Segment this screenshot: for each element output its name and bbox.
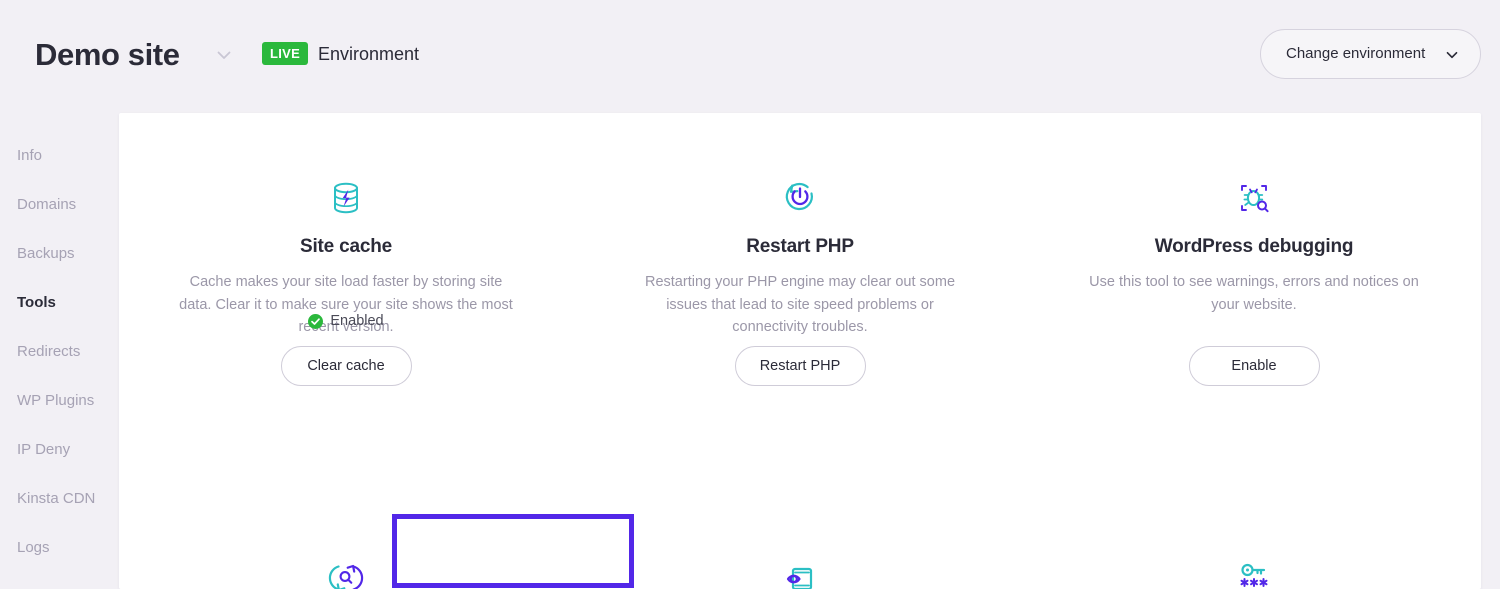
tool-card-site-cache: Site cache Cache makes your site load fa…: [119, 113, 573, 386]
key-password-icon: [1027, 555, 1481, 589]
sidebar-item-backups[interactable]: Backups: [0, 244, 119, 264]
tool-description: Use this tool to see warnings, errors an…: [1089, 274, 1419, 313]
sidebar-item-logs[interactable]: Logs: [0, 538, 119, 558]
tool-action-area: Restart PHP: [573, 311, 1027, 386]
tool-card-search-replace: [119, 540, 573, 589]
tool-card-key-password: [1027, 540, 1481, 589]
tool-title: Site cache: [300, 236, 392, 257]
tools-panel: Site cache Cache makes your site load fa…: [119, 113, 1481, 589]
tool-card-wordpress-debugging: WordPress debugging Use this tool to see…: [1027, 113, 1481, 386]
bug-search-icon: [1027, 175, 1481, 221]
sidebar-item-redirects[interactable]: Redirects: [0, 342, 119, 362]
page-title: Demo site: [35, 37, 180, 72]
sidebar-item-ip-deny[interactable]: IP Deny: [0, 440, 119, 460]
clear-cache-button[interactable]: Clear cache: [280, 346, 412, 386]
sidebar: Info Domains Backups Tools Redirects WP …: [0, 113, 119, 589]
sidebar-item-tools[interactable]: Tools: [0, 293, 119, 313]
search-replace-icon: [119, 555, 573, 589]
environment-label: Environment: [318, 44, 420, 64]
site-dropdown-chevron-down-icon[interactable]: [213, 44, 235, 66]
restart-power-icon: [573, 175, 1027, 221]
tool-card-restart-php: Restart PHP Restarting your PHP engine m…: [573, 113, 1027, 386]
sidebar-item-domains[interactable]: Domains: [0, 195, 119, 215]
tools-grid: Site cache Cache makes your site load fa…: [119, 113, 1481, 386]
sidebar-item-kinsta-cdn[interactable]: Kinsta CDN: [0, 489, 119, 509]
sidebar-item-info[interactable]: Info: [0, 146, 119, 166]
live-environment-badge: LIVE: [262, 42, 309, 65]
tool-title: Restart PHP: [746, 236, 854, 257]
restart-php-button[interactable]: Restart PHP: [734, 346, 866, 386]
change-environment-label: Change environment: [1286, 45, 1426, 62]
tools-grid-row-2: [119, 540, 1481, 589]
tool-action-area: Enable: [1027, 311, 1481, 386]
tool-title: WordPress debugging: [1154, 236, 1354, 257]
status-text: Enabled: [330, 313, 384, 329]
page-header: Demo site LIVE Environment Change enviro…: [0, 0, 1500, 113]
screen-eye-icon: [573, 555, 1027, 589]
check-circle-icon: [308, 313, 324, 329]
tool-action-area: Enabled Clear cache: [119, 311, 573, 386]
sidebar-item-wp-plugins[interactable]: WP Plugins: [0, 391, 119, 411]
enable-debugging-button[interactable]: Enable: [1188, 346, 1320, 386]
chevron-down-icon: [1444, 47, 1460, 63]
tool-card-screen-eye: [573, 540, 1027, 589]
change-environment-button[interactable]: Change environment: [1260, 29, 1481, 79]
status-badge: Enabled: [308, 311, 384, 331]
database-cache-icon: [119, 175, 573, 221]
